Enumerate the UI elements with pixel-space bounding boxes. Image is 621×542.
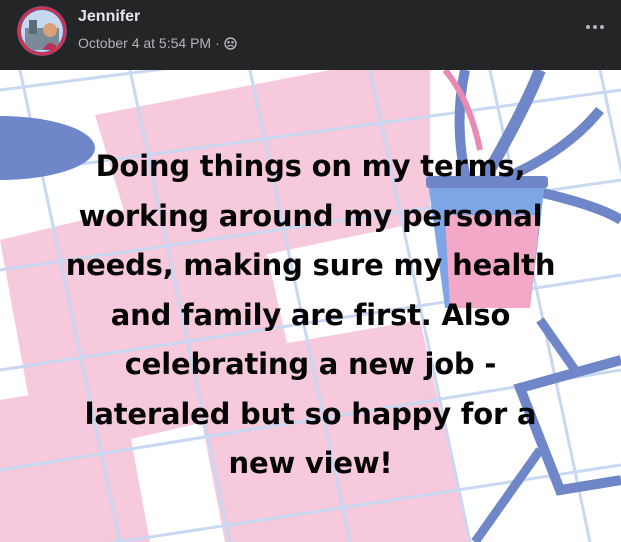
more-horizontal-icon (586, 25, 604, 29)
author-name[interactable]: Jennifer (78, 8, 140, 26)
post-background-card: Doing things on my terms, working around… (0, 70, 621, 542)
post-header: Jennifer October 4 at 5:54 PM · (0, 0, 621, 70)
post-meta: October 4 at 5:54 PM · (78, 35, 237, 51)
post-body-text: Doing things on my terms, working around… (65, 149, 556, 480)
friends-icon[interactable] (224, 36, 237, 50)
meta-separator: · (215, 35, 220, 51)
more-options-button[interactable] (583, 20, 607, 34)
post-timestamp[interactable]: October 4 at 5:54 PM (78, 35, 211, 51)
author-avatar[interactable] (17, 6, 67, 56)
